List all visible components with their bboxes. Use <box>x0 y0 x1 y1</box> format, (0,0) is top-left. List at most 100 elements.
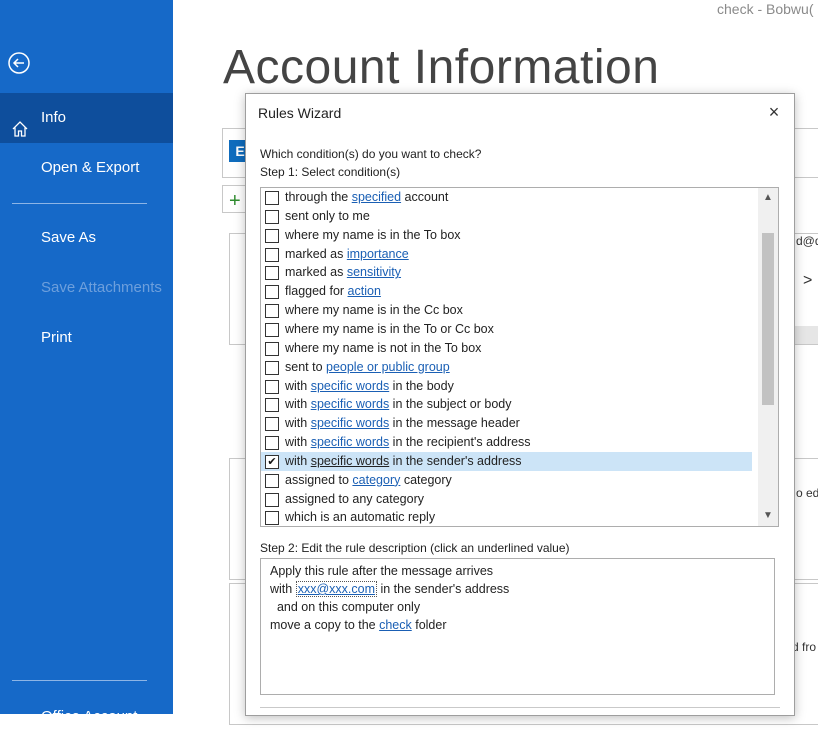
description-text: in the sender's address <box>376 582 510 596</box>
plus-icon: + <box>229 190 241 212</box>
condition-label: where my name is in the Cc box <box>285 303 463 318</box>
description-line: Apply this rule after the message arrive… <box>270 564 494 578</box>
home-icon <box>11 109 29 137</box>
condition-row[interactable]: sent only to me <box>261 207 752 226</box>
condition-checkbox[interactable] <box>265 360 279 375</box>
condition-label: flagged for action <box>285 284 381 299</box>
description-text: folder <box>411 618 447 632</box>
condition-row[interactable]: ✔ with specific words in the sender's add… <box>261 451 752 471</box>
condition-label: assigned to category category <box>285 472 452 487</box>
close-icon[interactable]: × <box>764 102 784 122</box>
condition-row[interactable]: with specific words in the recipient's a… <box>261 433 752 452</box>
condition-row[interactable]: where my name is not in the To box <box>261 339 752 358</box>
condition-row[interactable]: with specific words in the message heade… <box>261 414 752 433</box>
sidebar-item-save-as[interactable]: Save As <box>0 213 173 263</box>
chevron-right-icon[interactable]: > <box>803 272 812 290</box>
condition-checkbox[interactable] <box>265 379 279 394</box>
condition-checkbox[interactable] <box>265 492 279 507</box>
condition-row[interactable]: with specific words in the body <box>261 377 752 396</box>
condition-row[interactable]: marked as importance <box>261 245 752 264</box>
rules-wizard-dialog: Rules Wizard × Which condition(s) do you… <box>245 93 795 716</box>
condition-label: through the specified account <box>285 190 449 204</box>
page-title: Account Information <box>223 41 660 94</box>
condition-label: sent only to me <box>285 208 370 223</box>
condition-link: category <box>352 472 401 487</box>
condition-link: specified <box>351 190 402 204</box>
condition-row[interactable]: with specific words in the subject or bo… <box>261 395 752 414</box>
condition-checkbox[interactable] <box>265 511 279 526</box>
condition-label: with specific words in the sender's addr… <box>285 453 522 468</box>
condition-link: specific words <box>310 435 390 450</box>
panel-header <box>793 326 818 344</box>
dialog-divider <box>260 707 780 708</box>
condition-label: sent to people or public group <box>285 359 450 374</box>
scroll-down-icon[interactable]: ▼ <box>758 506 778 526</box>
vertical-scrollbar[interactable]: ▲ ▼ <box>758 188 778 526</box>
condition-checkbox[interactable] <box>265 247 279 262</box>
back-arrow-icon[interactable] <box>7 51 31 75</box>
condition-checkbox[interactable] <box>265 398 279 413</box>
condition-row[interactable]: where my name is in the Cc box <box>261 301 752 320</box>
condition-checkbox[interactable] <box>265 473 279 488</box>
condition-link: sensitivity <box>346 265 402 280</box>
condition-checkbox[interactable] <box>265 304 279 319</box>
scroll-thumb[interactable] <box>762 233 774 405</box>
description-text: move a copy to the <box>270 618 380 632</box>
step1-label: Step 1: Select condition(s) <box>260 165 401 179</box>
description-line: move a copy to the check folder <box>270 616 447 634</box>
condition-checkbox[interactable] <box>265 417 279 432</box>
condition-row[interactable]: which is an automatic reply <box>261 508 752 526</box>
condition-label: with specific words in the body <box>285 378 454 393</box>
window-title: check - Bobwu( <box>717 1 814 17</box>
condition-label: where my name is not in the To box <box>285 340 482 355</box>
conditions-list[interactable]: which is an automatic reply assigned to a… <box>260 187 779 527</box>
condition-label: marked as sensitivity <box>285 265 402 280</box>
condition-row[interactable]: through the specified account <box>261 188 752 207</box>
sidebar-item-label: Info <box>41 109 67 126</box>
condition-row[interactable]: marked as sensitivity <box>261 263 752 282</box>
sidebar-item-print[interactable]: Print <box>0 313 173 363</box>
condition-link: action <box>347 284 381 299</box>
sidebar-divider <box>12 203 147 204</box>
step2-label: Step 2: Edit the rule description (click… <box>260 541 570 555</box>
account-email-fragment: d@q <box>796 234 818 248</box>
condition-checkbox[interactable] <box>265 266 279 281</box>
condition-checkbox[interactable] <box>265 436 279 451</box>
sidebar-item-save-attachments: Save Attachments <box>41 279 162 296</box>
sidebar-item-office-account[interactable]: Office Account <box>0 692 173 742</box>
sidebar-item-info[interactable]: Info <box>0 93 173 143</box>
condition-checkbox[interactable] <box>265 228 279 243</box>
scroll-up-icon[interactable]: ▲ <box>758 188 778 208</box>
condition-row[interactable]: where my name is in the To or Cc box <box>261 320 752 339</box>
rule-description-box: Apply this rule after the message arrive… <box>260 558 775 695</box>
condition-label: with specific words in the recipient's a… <box>285 435 531 450</box>
condition-link: specific words <box>310 378 390 393</box>
sender-address-link[interactable]: xxx@xxx.com <box>295 581 377 597</box>
condition-link: importance <box>346 246 409 261</box>
description-text: with <box>270 582 296 596</box>
description-line: with xxx@xxx.com in the sender's address <box>270 580 509 598</box>
condition-checkbox[interactable]: ✔ <box>265 454 279 469</box>
sidebar-divider <box>12 680 147 681</box>
condition-row[interactable]: flagged for action <box>261 282 752 301</box>
condition-row[interactable]: where my name is in the To box <box>261 226 752 245</box>
condition-checkbox[interactable] <box>265 191 279 205</box>
condition-label: which is an automatic reply <box>285 510 436 525</box>
sidebar-item-open-export[interactable]: Open & Export <box>0 143 173 193</box>
condition-checkbox[interactable] <box>265 285 279 300</box>
backstage-sidebar: Info Open & Export Save As Save Attachme… <box>0 0 173 725</box>
condition-link: specific words <box>310 453 390 468</box>
folder-link[interactable]: check <box>379 618 412 632</box>
condition-row[interactable]: sent to people or public group <box>261 358 752 377</box>
condition-label: with specific words in the subject or bo… <box>285 397 512 412</box>
condition-label: assigned to any category <box>285 491 424 506</box>
condition-row[interactable]: assigned to any category <box>261 490 752 509</box>
condition-checkbox[interactable] <box>265 322 279 337</box>
question-text: Which condition(s) do you want to check? <box>260 147 482 161</box>
condition-link: people or public group <box>326 359 450 374</box>
condition-checkbox[interactable] <box>265 209 279 224</box>
condition-label: where my name is in the To or Cc box <box>285 321 494 336</box>
condition-label: with specific words in the message heade… <box>285 416 520 431</box>
condition-row[interactable]: assigned to category category <box>261 471 752 490</box>
condition-checkbox[interactable] <box>265 341 279 356</box>
